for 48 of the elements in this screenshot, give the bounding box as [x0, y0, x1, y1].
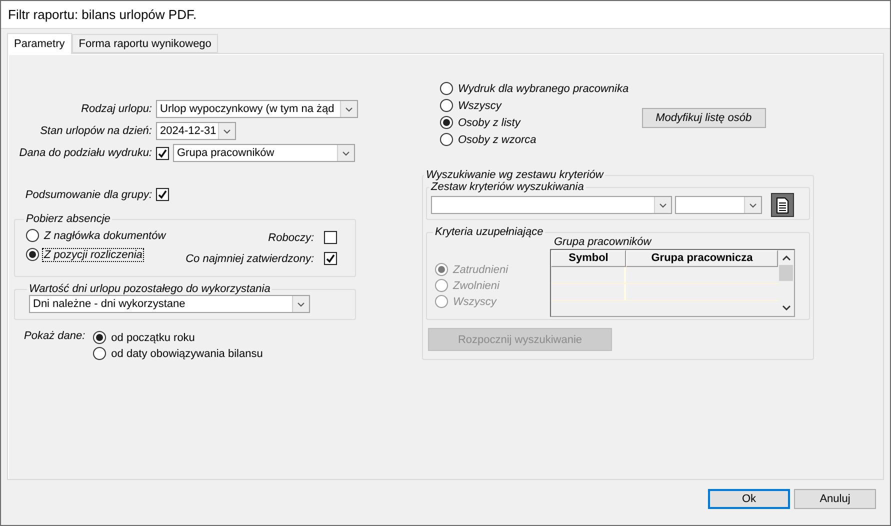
- group-title: Pobierz absencje: [25, 213, 112, 225]
- tab[interactable]: Forma raportu wynikowego: [72, 34, 218, 53]
- field-label: Co najmniej zatwierdzony:: [186, 252, 314, 264]
- tab[interactable]: Parametry: [7, 33, 72, 54]
- group-title: Zestaw kryteriów wyszukiwania: [430, 181, 585, 193]
- window-title: Filtr raportu: bilans urlopów PDF.: [8, 7, 197, 22]
- leave-type-dropdown[interactable]: Urlop wypoczynkowy (w tym na żąd: [156, 100, 358, 118]
- radio-button[interactable]: [440, 116, 453, 129]
- radio-label[interactable]: Z pozycji rozliczenia: [43, 248, 144, 260]
- radio-button[interactable]: [26, 229, 39, 242]
- field-label: Stan urlopów na dzień:: [39, 125, 152, 137]
- checkbox[interactable]: [324, 252, 337, 265]
- radio-label[interactable]: Z nagłówka dokumentów: [43, 230, 167, 242]
- field-label: Podsumowanie dla grupy:: [24, 188, 152, 200]
- radio-label[interactable]: od początku roku: [110, 332, 196, 344]
- radio-label[interactable]: Wydruk dla wybranego pracownika: [457, 82, 630, 94]
- radio-button[interactable]: [93, 331, 106, 344]
- radio-button[interactable]: [440, 133, 453, 146]
- radio-button[interactable]: [93, 347, 106, 360]
- checkbox[interactable]: [156, 146, 169, 160]
- radio-button[interactable]: [440, 82, 453, 95]
- scroll-up-icon[interactable]: [782, 255, 790, 261]
- group-title: Kryteria uzupełniające: [434, 226, 544, 238]
- dialog-button[interactable]: Ok: [708, 489, 790, 509]
- radio-button[interactable]: [26, 248, 39, 261]
- field-label: Dana do podziału wydruku:: [18, 147, 152, 159]
- radio-label[interactable]: Wszyscy: [457, 100, 502, 112]
- remaining-days-dropdown[interactable]: Dni należne - dni wykorzystane: [29, 295, 310, 313]
- radio-label[interactable]: od daty obowiązywania bilansu: [110, 348, 264, 360]
- split-dropdown[interactable]: Grupa pracowników: [173, 144, 355, 162]
- field-label: Pokaż dane:: [24, 330, 86, 344]
- field-label: Roboczy:: [268, 232, 314, 244]
- grid-title: Grupa pracowników: [554, 236, 653, 248]
- group-title: Wyszukiwanie wg zestawu kryteriów: [425, 169, 605, 181]
- criteria-set-dropdown[interactable]: [431, 196, 672, 214]
- checkbox[interactable]: [156, 188, 169, 201]
- radio-button[interactable]: [440, 99, 453, 112]
- date-field[interactable]: 2024-12-31: [156, 122, 236, 140]
- group-title: Wartość dni urlopu pozostałego do wykorzystania: [28, 283, 272, 295]
- document-icon[interactable]: [771, 193, 794, 217]
- radio-label[interactable]: Osoby z listy: [457, 116, 522, 128]
- scroll-down-icon[interactable]: [782, 305, 790, 311]
- dialog-button[interactable]: Anuluj: [794, 489, 876, 509]
- field-label: Rodzaj urlopu:: [80, 103, 152, 115]
- modify-list-button[interactable]: Modyfikuj listę osób: [642, 108, 766, 128]
- radio-label[interactable]: Osoby z wzorca: [457, 134, 538, 146]
- criteria-dropdown[interactable]: [675, 196, 762, 214]
- checkbox[interactable]: [324, 231, 337, 244]
